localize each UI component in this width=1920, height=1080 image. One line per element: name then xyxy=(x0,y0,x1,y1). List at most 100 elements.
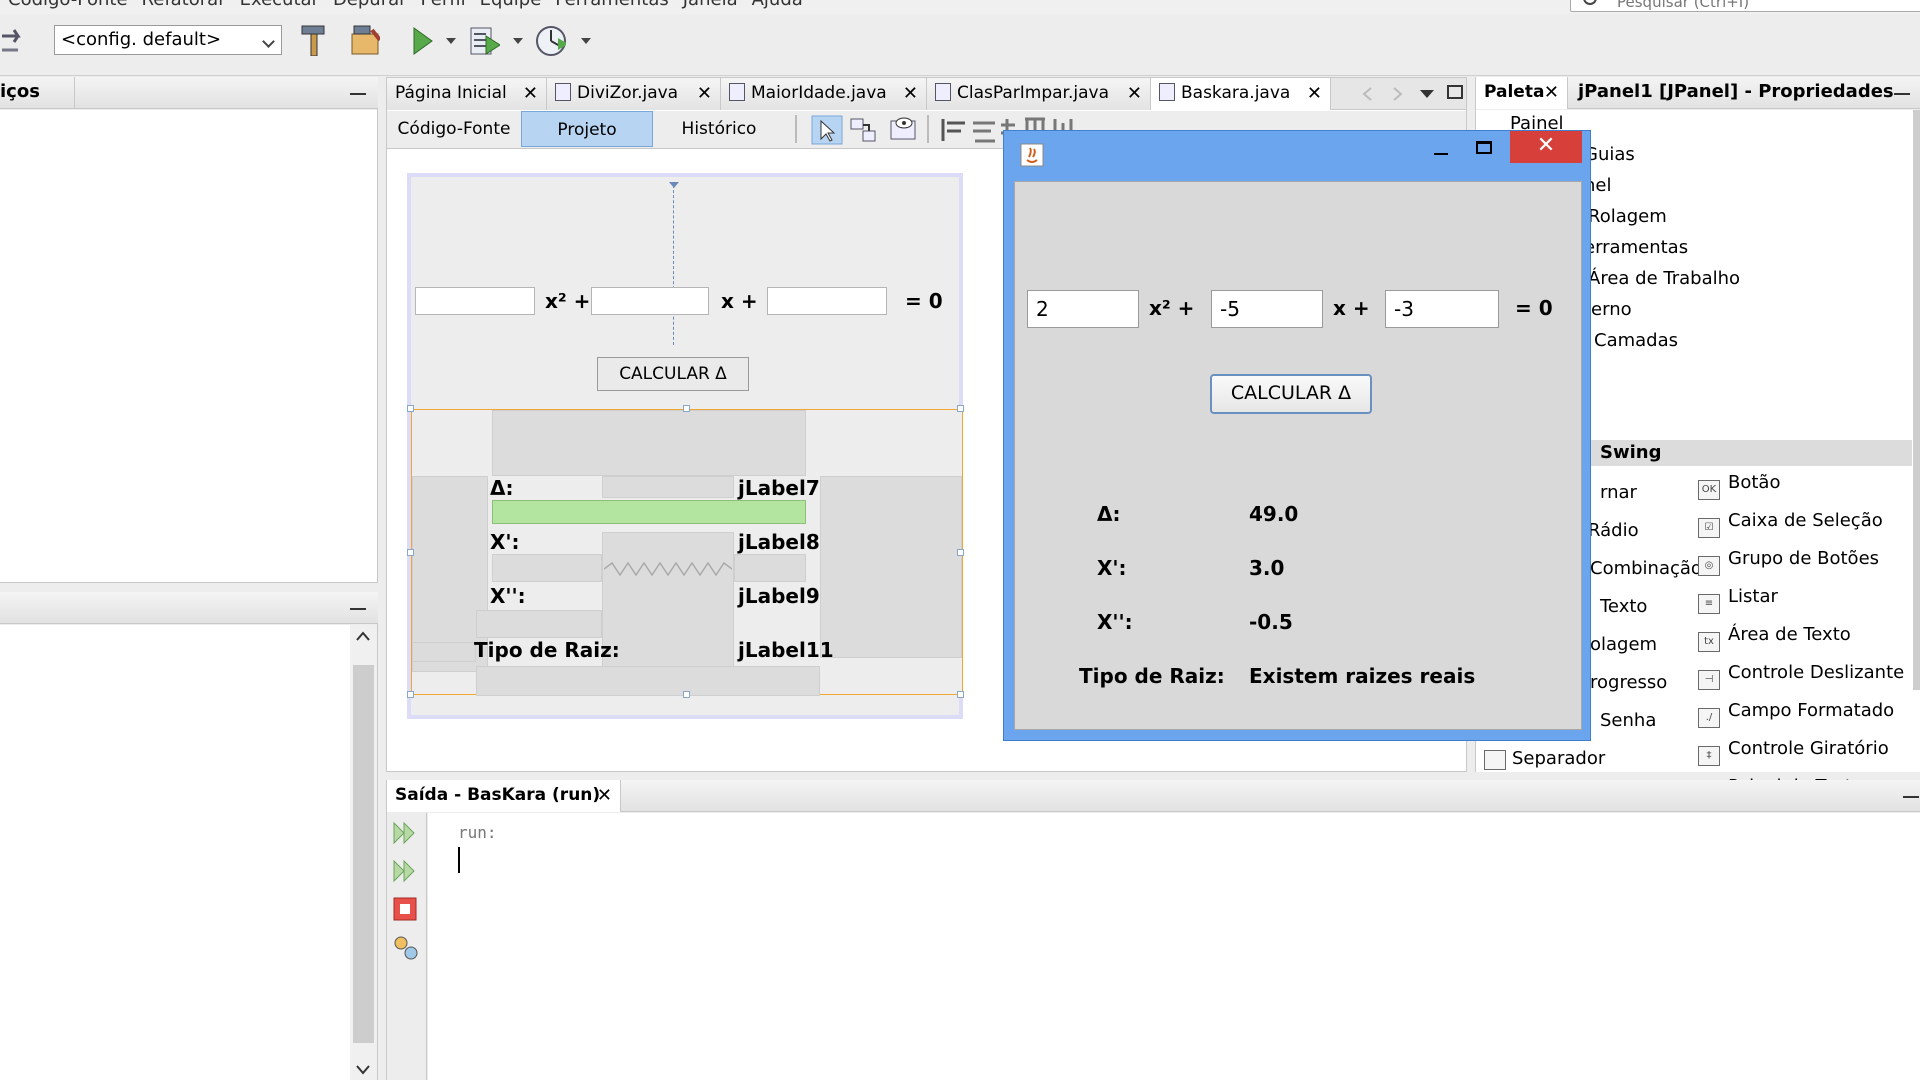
close-icon[interactable]: ✕ xyxy=(1307,78,1322,109)
output-console[interactable] xyxy=(428,813,1920,1080)
close-icon[interactable]: ✕ xyxy=(903,78,918,109)
debug-icon[interactable] xyxy=(468,24,500,56)
close-icon[interactable]: ✕ xyxy=(597,780,612,811)
scroll-tabs-right-icon[interactable] xyxy=(1391,86,1405,102)
tab-paleta[interactable]: Paleta ✕ xyxy=(1476,77,1568,109)
palette-swing-item[interactable]: ≡ Listar xyxy=(1698,586,1778,614)
menu-item[interactable]: Código-Fonte xyxy=(8,0,128,10)
tab-list-dropdown-icon[interactable] xyxy=(1419,88,1435,100)
scroll-down-icon[interactable] xyxy=(356,1065,370,1075)
profile-dropdown-icon[interactable] xyxy=(581,38,591,44)
close-icon[interactable]: ✕ xyxy=(1544,77,1559,108)
coef-a-input[interactable]: 2 xyxy=(1027,290,1139,328)
palette-item[interactable]: rogresso xyxy=(1590,672,1667,693)
resize-handle[interactable] xyxy=(957,549,964,556)
palette-swing-item[interactable]: ‡ Controle Giratório xyxy=(1698,738,1889,766)
rerun-icon[interactable] xyxy=(392,820,418,846)
stop-icon[interactable] xyxy=(392,896,418,922)
run-icon[interactable] xyxy=(410,24,442,56)
tab-divizor[interactable]: DiviZor.java ✕ xyxy=(547,78,721,110)
settings-icon[interactable] xyxy=(392,934,418,960)
app-titlebar[interactable]: ✕ xyxy=(1004,131,1592,179)
resize-handle[interactable] xyxy=(407,691,414,698)
close-icon[interactable]: ✕ xyxy=(523,78,538,109)
tab-historico[interactable]: Histórico xyxy=(653,111,785,147)
palette-item[interactable]: Rolagem xyxy=(1588,206,1667,227)
palette-item[interactable]: rnar xyxy=(1600,482,1637,503)
minimize-icon[interactable] xyxy=(1903,796,1919,798)
palette-item[interactable]: Camadas xyxy=(1594,330,1678,351)
palette-item[interactable]: Área de Trabalho xyxy=(1588,268,1740,289)
resize-handle[interactable] xyxy=(407,405,414,412)
tab-maioridade[interactable]: MaiorIdade.java ✕ xyxy=(721,78,927,110)
palette-item[interactable]: Texto xyxy=(1600,596,1647,617)
palette-item[interactable]: Senha xyxy=(1600,710,1656,731)
palette-swing-item[interactable]: tx Área de Texto xyxy=(1698,624,1851,652)
preview-design-icon[interactable] xyxy=(889,115,919,143)
palette-item[interactable]: Rádio xyxy=(1588,520,1639,541)
menu-item[interactable]: Refatorar xyxy=(142,0,226,10)
clean-build-icon[interactable] xyxy=(348,24,380,56)
menu-item[interactable]: Depurar xyxy=(333,0,407,10)
resize-handle[interactable] xyxy=(683,691,690,698)
selected-jpanel[interactable]: Δ: jLabel7 X': jLabel8 X'': jLabel9 Tipo… xyxy=(411,409,963,696)
scroll-up-icon[interactable] xyxy=(356,631,370,641)
palette-swing-item[interactable]: ☑ Caixa de Seleção xyxy=(1698,510,1883,538)
search-input[interactable]: Pesquisar (Ctrl+I) xyxy=(1570,0,1920,12)
coef-b-input[interactable]: -5 xyxy=(1211,290,1323,328)
tab-codigo-fonte[interactable]: Código-Fonte xyxy=(387,111,521,147)
navigator-scrollbar[interactable] xyxy=(350,625,377,1080)
resize-handle[interactable] xyxy=(407,549,414,556)
palette-swing-item[interactable]: OK Botão xyxy=(1698,472,1780,500)
minimize-icon[interactable] xyxy=(350,608,366,610)
palette-item[interactable]: Combinação xyxy=(1590,558,1702,579)
menu-item[interactable]: Ferramentas xyxy=(555,0,668,10)
build-hammer-icon[interactable] xyxy=(298,24,330,56)
connection-mode-icon[interactable] xyxy=(849,117,879,143)
palette-swing-item[interactable]: ⊣ Controle Deslizante xyxy=(1698,662,1904,690)
close-window-button[interactable]: ✕ xyxy=(1510,131,1582,163)
selection-mode-icon[interactable] xyxy=(811,115,843,145)
minimize-icon[interactable] xyxy=(1894,93,1910,95)
designer-calc-button[interactable]: CALCULAR Δ xyxy=(597,357,749,391)
menu-item[interactable]: Equipe xyxy=(480,0,542,10)
redo-icon[interactable] xyxy=(0,26,26,56)
minimize-icon[interactable] xyxy=(350,93,366,95)
tab-baskara[interactable]: Baskara.java ✕ xyxy=(1151,78,1331,110)
config-dropdown[interactable]: <config. default> xyxy=(54,25,282,55)
palette-item[interactable]: terno xyxy=(1584,299,1632,320)
designer-field-a[interactable] xyxy=(415,287,535,315)
maximize-icon[interactable] xyxy=(1447,84,1463,100)
tab-projeto[interactable]: Projeto xyxy=(521,111,653,147)
palette-item[interactable]: Separador xyxy=(1512,748,1605,769)
menu-item[interactable]: Executar xyxy=(240,0,319,10)
services-tree[interactable] xyxy=(0,110,377,583)
minimize-window-icon[interactable] xyxy=(1434,153,1448,155)
profile-icon[interactable] xyxy=(534,24,566,56)
rerun-with-args-icon[interactable] xyxy=(392,858,418,884)
resize-handle[interactable] xyxy=(957,405,964,412)
designer-field-c[interactable] xyxy=(767,287,887,315)
palette-scrollbar[interactable] xyxy=(1913,110,1920,690)
tab-clasparimpar[interactable]: ClasParImpar.java ✕ xyxy=(927,78,1151,110)
maximize-window-icon[interactable] xyxy=(1476,141,1492,154)
close-icon[interactable]: ✕ xyxy=(1127,78,1142,109)
close-icon[interactable]: ✕ xyxy=(697,78,712,109)
coef-c-input[interactable]: -3 xyxy=(1385,290,1499,328)
navigator-content[interactable] xyxy=(0,625,350,1080)
menu-item[interactable]: Ajuda xyxy=(752,0,803,10)
palette-swing-item[interactable]: ./ Campo Formatado xyxy=(1698,700,1894,728)
calculate-delta-button[interactable]: CALCULAR Δ xyxy=(1210,374,1372,414)
debug-dropdown-icon[interactable] xyxy=(513,38,523,44)
palette-swing-item[interactable]: ◎ Grupo de Botões xyxy=(1698,548,1879,576)
tab-output-run[interactable]: Saída - BasKara (run) ✕ xyxy=(387,780,621,812)
resize-handle[interactable] xyxy=(957,691,964,698)
scrollbar-thumb[interactable] xyxy=(353,665,374,1043)
menu-item[interactable]: Perfil xyxy=(421,0,466,10)
palette-item[interactable]: erramentas xyxy=(1584,237,1688,258)
resize-handle[interactable] xyxy=(683,405,690,412)
palette-item[interactable]: olagem xyxy=(1590,634,1657,655)
menu-item[interactable]: Janela xyxy=(683,0,738,10)
form-designer-panel[interactable]: x² + x + = 0 CALCULAR Δ Δ: jLabel7 X': j… xyxy=(407,173,964,719)
designer-field-b[interactable] xyxy=(591,287,709,315)
